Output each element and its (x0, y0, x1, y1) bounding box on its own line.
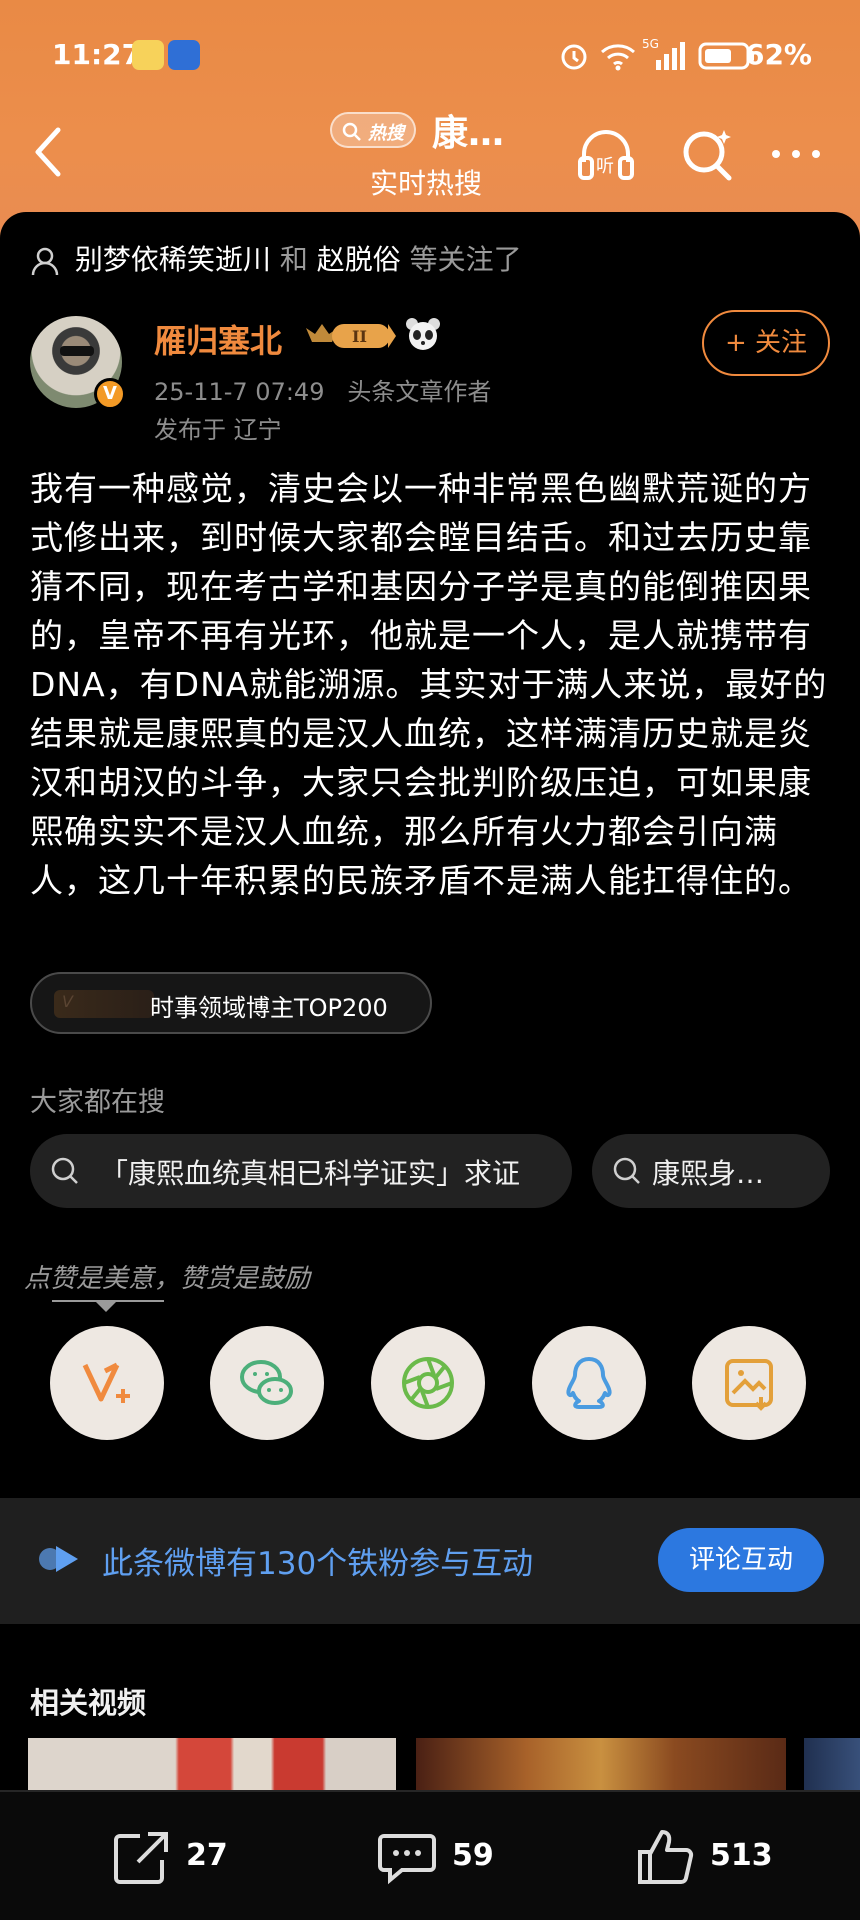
hot-search-tag[interactable]: 热搜 (330, 112, 416, 148)
search-chip-label: 康熙身… (652, 1157, 765, 1190)
page-title: 康… (432, 113, 505, 154)
search-icon (51, 1157, 78, 1184)
author-role: 头条文章作者 (347, 378, 492, 406)
video-thumbnail[interactable] (28, 1738, 396, 1790)
video-thumbnail[interactable] (804, 1738, 860, 1790)
app-notify-icon (168, 40, 200, 70)
hot-tag-label: 热搜 (368, 123, 404, 144)
repost-button[interactable]: 27 (110, 1822, 250, 1892)
weibo-notify-icon (132, 40, 164, 70)
follow-note: 别梦依稀笑逝川 和 赵脱俗 等关注了 (30, 238, 522, 278)
svg-text:II: II (352, 327, 367, 346)
user-icon (31, 247, 59, 276)
page-subtitle: 实时热搜 (370, 167, 483, 200)
search-chip-2[interactable]: 康熙身… (592, 1134, 830, 1208)
fans-text: 此条微博有130个铁粉参与互动 (102, 1546, 534, 1582)
wifi-icon (601, 44, 635, 71)
save-image-icon (725, 1359, 773, 1411)
listen-icon[interactable]: 听 (574, 122, 638, 186)
top-header: 11:27 5G 62% 热搜 康… 实时热搜 听 (0, 0, 860, 240)
moments-button[interactable] (371, 1326, 485, 1440)
video-thumbnail[interactable] (416, 1738, 786, 1790)
status-bar: 11:27 5G 62% (0, 30, 860, 78)
repost-icon (114, 1832, 168, 1884)
v-plus-button[interactable] (50, 1326, 164, 1440)
back-icon[interactable] (28, 124, 68, 180)
rank-badge[interactable]: V 时事领域博主TOP200 (30, 972, 432, 1034)
repost-count: 27 (186, 1838, 228, 1873)
moments-icon (402, 1357, 454, 1409)
verified-badge-icon: V (94, 378, 126, 410)
member-crown-icon: II (306, 324, 396, 348)
bottom-action-bar: 27 59 513 (0, 1790, 860, 1920)
search-heading: 大家都在搜 (30, 1087, 165, 1118)
follow-note-suffix: 等关注了 (409, 243, 522, 276)
panda-icon (406, 318, 440, 350)
follower-name-1[interactable]: 别梦依稀笑逝川 (75, 243, 271, 276)
fans-icon (39, 1546, 78, 1572)
like-count: 513 (710, 1838, 773, 1873)
v-plus-icon (82, 1362, 130, 1403)
rank-label: 时事领域博主TOP200 (150, 994, 388, 1022)
wechat-icon (240, 1360, 293, 1405)
post-text: 我有一种感觉，清史会以一种非常黑色幽默荒诞的方式修出来，到时候大家都会瞠目结舌。… (30, 469, 828, 900)
search-icon[interactable] (676, 122, 740, 186)
signal-icon: 5G (642, 37, 685, 70)
fans-interaction-banner[interactable]: 此条微博有130个铁粉参与互动 评论互动 (0, 1498, 860, 1624)
reward-hint: 点赞是美意，赞赏是鼓励 (24, 1264, 311, 1294)
qq-button[interactable] (532, 1326, 646, 1440)
svg-text:听: 听 (596, 156, 614, 177)
rank-tag-icon: V (54, 990, 154, 1018)
comment-interact-button[interactable]: 评论互动 (658, 1528, 824, 1592)
post-location: 发布于 辽宁 (154, 416, 282, 444)
search-chip-1[interactable]: 「康熙血统真相已科学证实」求证 (30, 1134, 572, 1208)
alarm-icon (561, 44, 587, 70)
search-icon (613, 1157, 640, 1184)
related-video-heading: 相关视频 (30, 1686, 147, 1720)
like-icon (638, 1830, 694, 1884)
author-name[interactable]: 雁归塞北 (154, 316, 282, 362)
post-meta: 25-11-7 07:49 头条文章作者 (154, 372, 491, 407)
follower-name-2[interactable]: 赵脱俗 (317, 243, 401, 276)
follow-button[interactable]: + 关注 (702, 310, 830, 376)
search-icon (342, 122, 361, 141)
comment-count: 59 (452, 1838, 494, 1873)
more-icon[interactable] (764, 122, 828, 186)
save-image-button[interactable] (692, 1326, 806, 1440)
search-chip-label: 「康熙血统真相已科学证实」求证 (100, 1157, 521, 1190)
follow-note-and: 和 (279, 243, 308, 276)
wechat-button[interactable] (210, 1326, 324, 1440)
like-button[interactable]: 513 (634, 1822, 794, 1892)
comment-button[interactable]: 59 (376, 1822, 516, 1892)
status-time: 11:27 (52, 38, 142, 71)
svg-text:5G: 5G (642, 37, 659, 51)
comment-icon (378, 1834, 436, 1885)
qq-icon (566, 1357, 612, 1409)
hint-pointer (96, 1302, 116, 1312)
post-date: 25-11-7 07:49 (154, 378, 325, 406)
post-card: 别梦依稀笑逝川 和 赵脱俗 等关注了 V 雁归塞北 II 25-11-7 07:… (0, 212, 860, 1468)
battery-percent: 62% (744, 38, 812, 71)
nav-bar: 热搜 康… 实时热搜 听 (0, 100, 860, 210)
